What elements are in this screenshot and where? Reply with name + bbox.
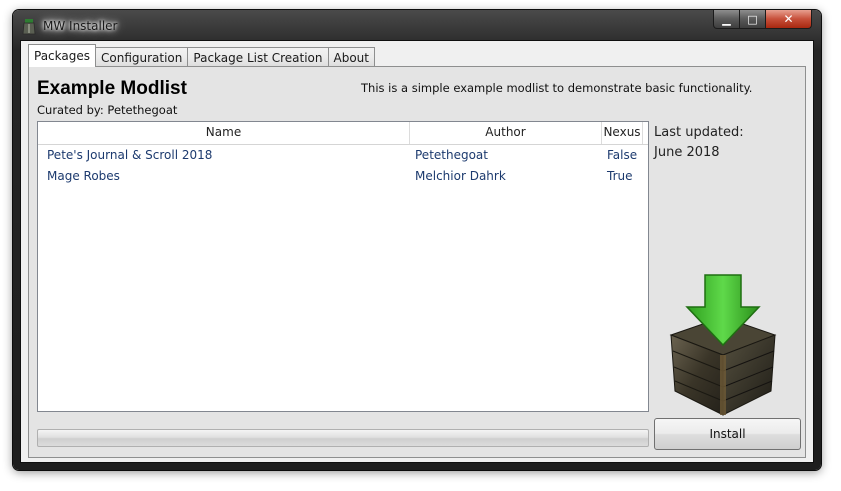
cell-name: Pete's Journal & Scroll 2018	[47, 148, 213, 162]
modlist-description: This is a simple example modlist to demo…	[361, 81, 753, 95]
tab-package-list-creation[interactable]: Package List Creation	[187, 47, 329, 67]
tab-packages[interactable]: Packages	[28, 44, 96, 67]
install-button[interactable]: Install	[654, 418, 801, 450]
crate-download-icon	[669, 274, 777, 416]
package-grid[interactable]: Name Author Nexus Pete's Journal & Scrol…	[37, 121, 649, 412]
packages-panel: Example Modlist Curated by: Petethegoat …	[28, 66, 806, 458]
last-updated-label: Last updated:	[654, 125, 744, 140]
cell-author: Petethegoat	[415, 148, 488, 162]
cell-nexus: False	[607, 148, 638, 162]
window-title: MW Installer	[43, 19, 118, 33]
maximize-icon: □	[747, 12, 758, 26]
cell-nexus: True	[607, 169, 633, 183]
modlist-title: Example Modlist	[37, 78, 187, 99]
column-header-name[interactable]: Name	[38, 122, 410, 144]
last-updated-value: June 2018	[654, 145, 720, 160]
table-row[interactable]: Mage Robes Melchior Dahrk True	[38, 166, 648, 187]
caption-buttons: ▁ □ ✕	[713, 10, 812, 30]
maximize-button[interactable]: □	[740, 10, 766, 29]
close-button[interactable]: ✕	[766, 10, 812, 29]
table-row[interactable]: Pete's Journal & Scroll 2018 Petethegoat…	[38, 145, 648, 166]
tab-configuration[interactable]: Configuration	[95, 47, 189, 67]
curated-by-label: Curated by: Petethegoat	[37, 103, 178, 117]
app-window: MW Installer ▁ □ ✕ Packages Configuratio…	[13, 10, 821, 470]
cell-author: Melchior Dahrk	[415, 169, 506, 183]
client-area: Packages Configuration Package List Crea…	[20, 40, 814, 463]
minimize-button[interactable]: ▁	[713, 10, 740, 29]
minimize-icon: ▁	[722, 12, 731, 26]
app-icon	[22, 19, 36, 35]
column-header-author[interactable]: Author	[410, 122, 602, 144]
close-icon: ✕	[783, 12, 794, 26]
install-progress-bar	[37, 429, 649, 447]
column-header-nexus[interactable]: Nexus	[602, 122, 643, 144]
tab-about[interactable]: About	[327, 47, 375, 67]
cell-name: Mage Robes	[47, 169, 120, 183]
grid-header: Name Author Nexus	[38, 122, 648, 145]
tab-strip: Packages Configuration Package List Crea…	[28, 44, 375, 67]
last-updated: Last updated: June 2018	[654, 123, 744, 163]
